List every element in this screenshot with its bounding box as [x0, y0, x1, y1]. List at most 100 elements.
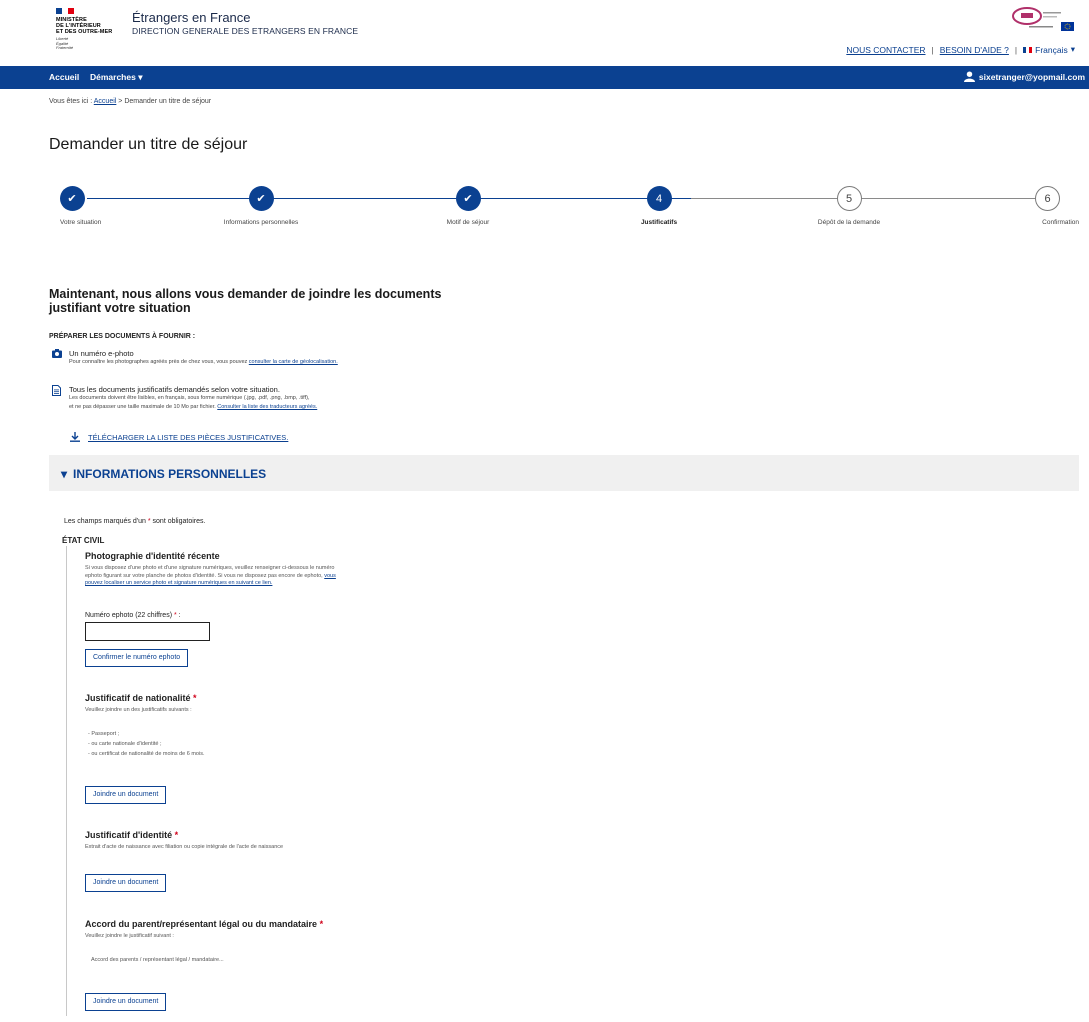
- consent-item: Accord des parents / représentant légal …: [91, 956, 224, 963]
- step-label: Motif de séjour: [446, 219, 490, 226]
- step-6: 6 Confirmation: [989, 186, 1079, 227]
- language-selector[interactable]: Français ▾: [1023, 44, 1075, 55]
- nationality-item: - Passeport ;: [88, 730, 120, 737]
- translators-list-link[interactable]: Consulter la liste des traducteurs agréé…: [217, 404, 317, 410]
- prep-item-documents: Tous les documents justificatifs demandé…: [52, 385, 612, 423]
- french-flag-icon: [1023, 46, 1033, 53]
- user-email: sixetranger@yopmail.com: [978, 71, 1085, 82]
- identity-desc: Extrait d'acte de naissance avec filiati…: [85, 844, 284, 850]
- step-1: ✔ Votre situation: [12, 186, 132, 227]
- ministry-logo[interactable]: MINISTÈRE DE L'INTÉRIEUR ET DES OUTRE-ME…: [56, 8, 118, 51]
- nationality-item: - ou certificat de nationalité de moins …: [88, 750, 205, 757]
- nationality-button-wrap: Joindre un document: [85, 786, 167, 804]
- required-star: *: [319, 919, 324, 929]
- progress-stepper: ✔ Votre situation ✔ Informations personn…: [49, 186, 1079, 246]
- step-number: 4: [646, 186, 672, 211]
- site-title[interactable]: Étrangers en France: [132, 10, 251, 25]
- camera-icon: [52, 349, 62, 358]
- required-star: *: [193, 693, 197, 703]
- user-icon: [963, 71, 975, 82]
- main-navbar: Accueil Démarches ▾ sixetranger@yopmail.…: [0, 66, 1089, 89]
- ephoto-field: Numéro ephoto (22 chiffres) * :: [85, 612, 181, 619]
- breadcrumb-current: Demander un titre de séjour: [124, 98, 212, 105]
- download-documents-list[interactable]: TÉLÉCHARGER LA LISTE DES PIÈCES JUSTIFIC…: [70, 432, 288, 442]
- step-4: 4 Justificatifs: [599, 186, 719, 227]
- section-header-personal-info[interactable]: ▾ INFORMATIONS PERSONNELLES: [49, 455, 1079, 491]
- logo-line: ET DES OUTRE-MER: [56, 29, 113, 35]
- language-label: Français: [1035, 44, 1068, 55]
- step-number: 6: [1035, 186, 1060, 211]
- step-label: Informations personnelles: [223, 219, 299, 226]
- prep-docs-line2: et ne pas dépasser une taille maximale d…: [69, 404, 216, 410]
- prep-title: PRÉPARER LES DOCUMENTS À FOURNIR :: [49, 333, 196, 340]
- nationality-block: Justificatif de nationalité * Veuillez j…: [85, 693, 350, 759]
- breadcrumb-separator: >: [118, 98, 123, 105]
- attach-identity-button[interactable]: Joindre un document: [85, 874, 167, 892]
- required-star: *: [173, 612, 177, 619]
- breadcrumb-prefix: Vous êtes ici :: [49, 98, 93, 105]
- prep-ephoto-title: Un numéro e-photo: [69, 349, 134, 358]
- confirm-ephoto-button[interactable]: Confirmer le numéro ephoto: [85, 649, 189, 667]
- attach-nationality-button[interactable]: Joindre un document: [85, 786, 167, 804]
- required-note-before: Les champs marqués d'un: [64, 518, 146, 525]
- download-icon: [70, 432, 80, 442]
- breadcrumb-home-link[interactable]: Accueil: [94, 98, 117, 105]
- top-links: NOUS CONTACTER | BESOIN D'AIDE ? | Franç…: [846, 44, 1075, 55]
- contact-link[interactable]: NOUS CONTACTER: [846, 45, 925, 55]
- prep-item-ephoto: Un numéro e-photo Pour connaître les pho…: [52, 349, 612, 373]
- prep-docs-line1: Les documents doivent être lisibles, en …: [69, 395, 310, 401]
- step-label: Justificatifs: [640, 219, 678, 226]
- french-flag-icon: [56, 8, 74, 14]
- step-label: Dépôt de la demande: [817, 219, 881, 226]
- nationality-item: - ou carte nationale d'identité ;: [88, 740, 162, 747]
- identity-title: Justificatif d'identité: [85, 830, 173, 840]
- separator: |: [931, 44, 934, 55]
- user-menu[interactable]: sixetranger@yopmail.com: [963, 71, 1085, 82]
- prep-docs-title: Tous les documents justificatifs demandé…: [69, 385, 280, 394]
- consent-title: Accord du parent/représentant légal ou d…: [85, 919, 318, 929]
- download-documents-link[interactable]: TÉLÉCHARGER LA LISTE DES PIÈCES JUSTIFIC…: [88, 433, 288, 442]
- consent-block: Accord du parent/représentant légal ou d…: [85, 919, 350, 965]
- step-label: Votre situation: [60, 219, 102, 226]
- nav-home[interactable]: Accueil: [49, 72, 79, 82]
- logo-devise-line: Fraternité: [56, 45, 74, 50]
- consent-desc: Veuillez joindre le justificatif suivant…: [85, 933, 174, 939]
- site-header: MINISTÈRE DE L'INTÉRIEUR ET DES OUTRE-ME…: [0, 0, 1089, 66]
- intro-title: Maintenant, nous allons vous demander de…: [49, 287, 442, 315]
- nav-demarches-label: Démarches: [90, 72, 136, 82]
- etat-civil-heading: ÉTAT CIVIL: [62, 536, 105, 545]
- breadcrumb: Vous êtes ici : Accueil > Demander un ti…: [49, 98, 211, 105]
- photo-title: Photographie d'identité récente: [85, 551, 220, 561]
- caret-down-icon: ▾: [138, 72, 143, 82]
- site-subtitle: DIRECTION GENERALE DES ETRANGERS EN FRAN…: [132, 26, 359, 36]
- required-note-after: sont obligatoires.: [152, 518, 206, 525]
- attach-consent-button[interactable]: Joindre un document: [85, 993, 167, 1011]
- chevron-down-icon: ▾: [61, 467, 68, 481]
- ephoto-input[interactable]: [85, 622, 210, 641]
- page-title: Demander un titre de séjour: [49, 136, 248, 153]
- required-fields-note: Les champs marqués d'un * sont obligatoi…: [64, 518, 205, 525]
- required-star: *: [147, 518, 151, 525]
- nav-demarches[interactable]: Démarches ▾: [90, 72, 143, 83]
- consent-button-wrap: Joindre un document: [85, 993, 167, 1011]
- section-title: INFORMATIONS PERSONNELLES: [73, 467, 267, 481]
- required-star: *: [174, 830, 179, 840]
- help-link[interactable]: BESOIN D'AIDE ?: [940, 45, 1009, 55]
- check-icon: ✔: [248, 186, 274, 211]
- step-2: ✔ Informations personnelles: [216, 186, 306, 227]
- ephoto-button-wrap: Confirmer le numéro ephoto: [85, 649, 189, 667]
- step-label: Confirmation: [1042, 219, 1079, 226]
- identity-button-wrap: Joindre un document: [85, 874, 167, 892]
- prep-ephoto-text: Pour connaître les photographes agréés p…: [69, 359, 248, 365]
- check-icon: ✔: [59, 186, 85, 211]
- eu-fund-logo-icon: [1012, 7, 1074, 31]
- nationality-desc: Veuillez joindre un des justificatifs su…: [85, 707, 192, 713]
- separator: |: [1014, 44, 1018, 55]
- ephoto-input-wrap: [85, 622, 210, 641]
- fieldset-border: [66, 546, 67, 1016]
- ephoto-field-label: Numéro ephoto (22 chiffres): [85, 612, 173, 619]
- step-number: 5: [836, 186, 862, 211]
- geolocation-map-link[interactable]: consulter la carte de géolocalisation.: [249, 359, 338, 365]
- check-icon: ✔: [455, 186, 481, 211]
- photo-block: Photographie d'identité récente Si vous …: [85, 551, 347, 588]
